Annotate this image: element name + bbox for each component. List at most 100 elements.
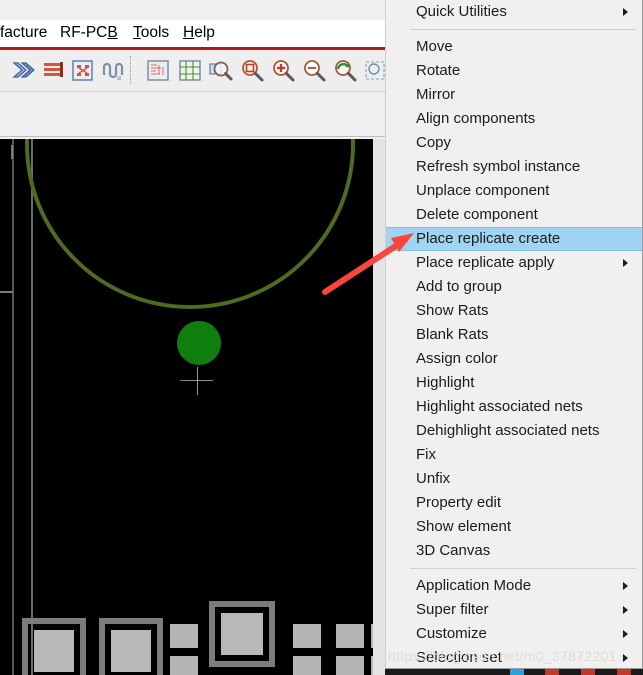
menu-item-customize[interactable]: Customize	[386, 622, 642, 646]
ruler-tick-top	[11, 145, 13, 159]
menu-item-label: Place replicate create	[416, 230, 561, 247]
menu-item-copy[interactable]: Copy	[386, 131, 642, 155]
pad-bottom	[336, 656, 364, 675]
menu-manufacture[interactable]: facture	[0, 22, 47, 44]
menu-item-mirror[interactable]: Mirror	[386, 83, 642, 107]
ruler-tick-left	[0, 291, 13, 293]
menu-item-label: Property edit	[416, 494, 502, 511]
wave-trace-icon[interactable]: u	[98, 55, 128, 85]
menu-item-label: Assign color	[416, 350, 498, 367]
taskbar-swatch-red-2	[581, 669, 595, 675]
menu-item-show-rats[interactable]: Show Rats	[386, 299, 642, 323]
menu-item-move[interactable]: Move	[386, 35, 642, 59]
taskbar-swatch-red-1	[545, 669, 559, 675]
menu-item-application-mode[interactable]: Application Mode	[386, 574, 642, 598]
zoom-fit-icon[interactable]	[206, 55, 236, 85]
zoom-area-icon[interactable]	[237, 55, 267, 85]
pad-top	[336, 624, 364, 648]
menu-item-label: Refresh symbol instance	[416, 158, 581, 175]
menu-item-3d-canvas[interactable]: 3D Canvas	[386, 539, 642, 563]
menu-tools[interactable]: Tools	[133, 22, 169, 44]
menu-item-show-element[interactable]: Show element	[386, 515, 642, 539]
toolbar-primary: u	[0, 50, 385, 92]
cursor-crosshair-v	[197, 367, 198, 395]
footprint-small-3[interactable]	[336, 624, 364, 675]
submenu-arrow-icon	[623, 606, 628, 614]
menu-item-label: Copy	[416, 134, 452, 151]
display-board-icon[interactable]	[143, 55, 173, 85]
menu-item-label: Dehighlight associated nets	[416, 422, 600, 439]
menu-rf-pcb[interactable]: RF-PCB	[60, 22, 118, 44]
menu-item-place-replicate-create[interactable]: Place replicate create	[386, 227, 642, 251]
component-grid-icon[interactable]	[68, 55, 98, 85]
menu-item-label: Align components	[416, 110, 536, 127]
context-menu: Quick Utilities Move Rotate Mirror Align com…	[385, 0, 643, 669]
menu-item-label: Move	[416, 38, 453, 55]
submenu-arrow-icon	[623, 8, 628, 16]
taskbar-swatch-blue	[510, 669, 524, 675]
pcb-canvas[interactable]	[0, 139, 385, 675]
toolbar-secondary	[0, 92, 385, 137]
menu-item-label: Fix	[416, 446, 436, 463]
menu-separator	[410, 568, 636, 569]
footprint-body	[221, 613, 263, 655]
menu-item-assign-color[interactable]: Assign color	[386, 347, 642, 371]
menu-item-label: Place replicate apply	[416, 254, 555, 271]
pad-bottom	[293, 656, 321, 675]
menu-item-property-edit[interactable]: Property edit	[386, 491, 642, 515]
menu-item-label: Customize	[416, 625, 487, 642]
zoom-previous-icon[interactable]	[330, 55, 360, 85]
menu-item-quick-utilities[interactable]: Quick Utilities	[386, 0, 642, 24]
menu-item-refresh-symbol-instance[interactable]: Refresh symbol instance	[386, 155, 642, 179]
menu-item-unplace-component[interactable]: Unplace component	[386, 179, 642, 203]
board-outline-arc	[25, 139, 355, 309]
footprint-large-1[interactable]	[22, 618, 86, 675]
menu-item-label: Show element	[416, 518, 512, 535]
menu-item-label: Show Rats	[416, 302, 489, 319]
zoom-out-icon[interactable]	[299, 55, 329, 85]
pad-top	[293, 624, 321, 648]
menu-item-add-to-group[interactable]: Add to group	[386, 275, 642, 299]
watermark-text: https://blog.csdn.net/m0_37872201	[388, 648, 617, 664]
menu-item-highlight-associated-nets[interactable]: Highlight associated nets	[386, 395, 642, 419]
application-window: facture RF-PCB Tools Help u Quick Utilit…	[0, 0, 643, 675]
menu-item-unfix[interactable]: Unfix	[386, 467, 642, 491]
menu-item-fix[interactable]: Fix	[386, 443, 642, 467]
cursor-crosshair-h	[183, 380, 213, 381]
zoom-in-icon[interactable]	[268, 55, 298, 85]
footprint-small-1[interactable]	[170, 624, 198, 675]
footprint-large-3[interactable]	[209, 601, 275, 667]
menu-item-dehighlight-associated-nets[interactable]: Dehighlight associated nets	[386, 419, 642, 443]
menu-item-delete-component[interactable]: Delete component	[386, 203, 642, 227]
menu-item-label: Unfix	[416, 470, 451, 487]
taskbar-swatch-red-3	[617, 669, 631, 675]
menu-item-align-components[interactable]: Align components	[386, 107, 642, 131]
canvas-board-edge	[31, 139, 33, 675]
menu-item-label: Unplace component	[416, 182, 550, 199]
pcb-editor-pane: facture RF-PCB Tools Help u	[0, 0, 385, 675]
canvas-right-scrollbar[interactable]	[373, 139, 385, 675]
menu-item-blank-rats[interactable]: Blank Rats	[386, 323, 642, 347]
footprint-large-2[interactable]	[99, 618, 163, 675]
menu-separator	[410, 29, 636, 30]
list-lines-icon[interactable]	[38, 55, 68, 85]
menu-item-highlight[interactable]: Highlight	[386, 371, 642, 395]
grid-view-icon[interactable]	[175, 55, 205, 85]
canvas-ruler-left	[12, 139, 14, 675]
menu-item-label: Application Mode	[416, 577, 532, 594]
submenu-arrow-icon	[623, 259, 628, 267]
footprint-small-2[interactable]	[293, 624, 321, 675]
menu-item-label: Add to group	[416, 278, 502, 295]
menu-item-label: Delete component	[416, 206, 538, 223]
menu-bar: facture RF-PCB Tools Help	[0, 20, 385, 47]
menu-item-label: Highlight	[416, 374, 475, 391]
menu-item-super-filter[interactable]: Super filter	[386, 598, 642, 622]
component-pad-green[interactable]	[177, 321, 221, 365]
menu-help[interactable]: Help	[183, 22, 215, 44]
menu-item-label: Super filter	[416, 601, 489, 618]
route-arrow-icon[interactable]	[8, 55, 38, 85]
menu-item-place-replicate-apply[interactable]: Place replicate apply	[386, 251, 642, 275]
menu-item-rotate[interactable]: Rotate	[386, 59, 642, 83]
svg-text:u: u	[117, 73, 121, 82]
menu-item-label: Quick Utilities	[416, 3, 507, 20]
